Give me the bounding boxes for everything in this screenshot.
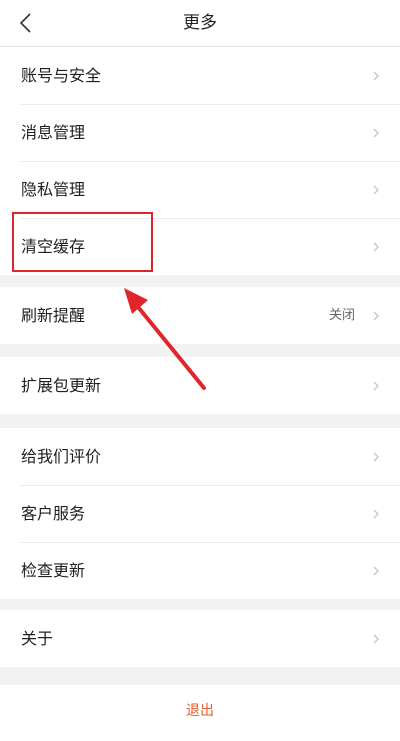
rate-us-label: 给我们评价: [21, 447, 102, 466]
logout-button[interactable]: 退出: [0, 685, 400, 741]
check-update-item[interactable]: 检查更新: [0, 542, 400, 599]
logout-label: 退出: [186, 703, 214, 719]
chevron-right-icon: [373, 311, 379, 321]
customer-service-item[interactable]: 客户服务: [0, 485, 400, 542]
rate-us-item[interactable]: 给我们评价: [0, 428, 400, 485]
settings-group-support: 给我们评价 客户服务 检查更新: [0, 428, 400, 599]
chevron-right-icon: [373, 509, 379, 519]
check-update-label: 检查更新: [21, 561, 86, 580]
message-management-item[interactable]: 消息管理: [0, 104, 400, 161]
chevron-right-icon: [373, 185, 379, 195]
about-item[interactable]: 关于: [0, 610, 400, 667]
customer-service-label: 客户服务: [21, 504, 86, 523]
chevron-right-icon: [373, 128, 379, 138]
privacy-management-item[interactable]: 隐私管理: [0, 161, 400, 218]
about-label: 关于: [21, 629, 54, 648]
refresh-reminder-value: 关闭: [328, 308, 355, 323]
page-title: 更多: [183, 13, 217, 33]
account-security-item[interactable]: 账号与安全: [0, 47, 400, 104]
chevron-right-icon: [373, 566, 379, 576]
message-management-label: 消息管理: [21, 123, 86, 142]
settings-group-about: 关于: [0, 610, 400, 667]
refresh-reminder-label: 刷新提醒: [21, 306, 86, 325]
account-security-label: 账号与安全: [21, 66, 102, 85]
red-arrow-icon: [124, 288, 206, 390]
chevron-right-icon: [373, 381, 379, 391]
top-navigation-bar: 更多: [0, 0, 400, 47]
chevron-right-icon: [373, 452, 379, 462]
highlight-annotation-box: [12, 212, 153, 272]
extension-update-label: 扩展包更新: [21, 376, 102, 395]
chevron-right-icon: [373, 634, 379, 644]
privacy-management-label: 隐私管理: [21, 180, 86, 199]
chevron-right-icon: [373, 71, 379, 81]
chevron-right-icon: [373, 242, 379, 252]
